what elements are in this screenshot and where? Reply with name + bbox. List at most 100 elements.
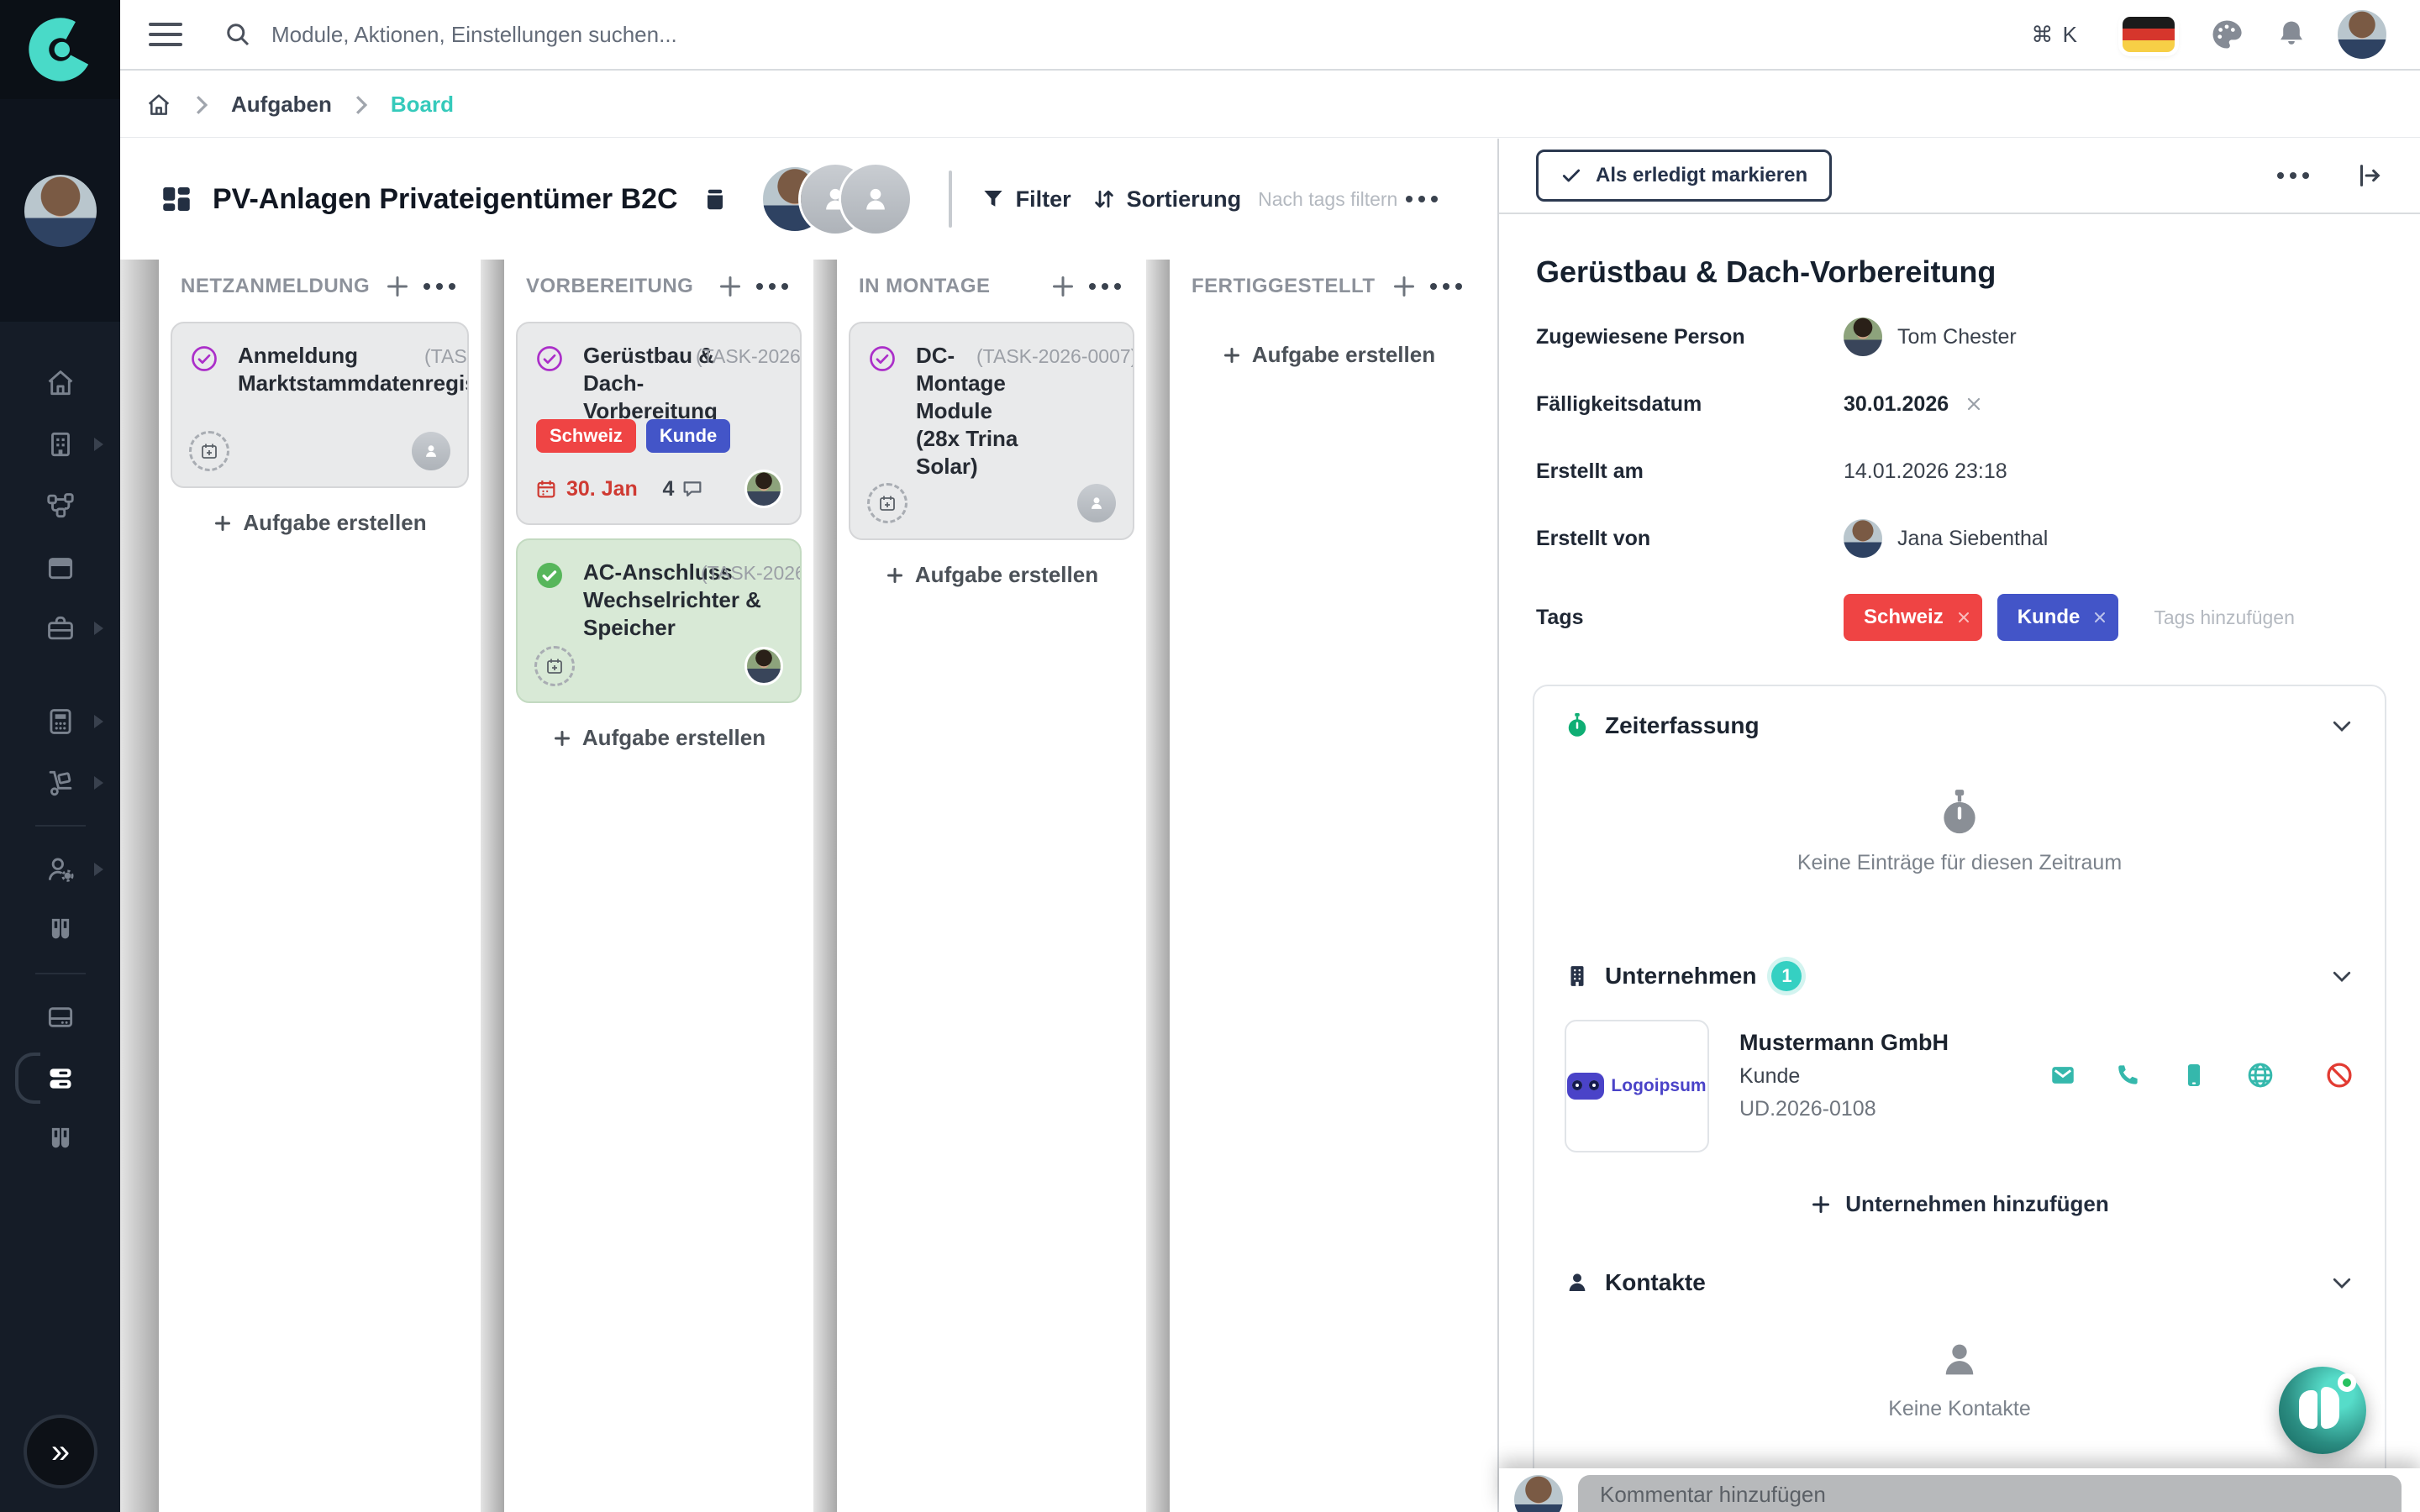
add-due-date-button[interactable]: [534, 646, 575, 686]
column-header: VORBEREITUNG: [516, 260, 802, 308]
comments-count[interactable]: 4: [662, 477, 704, 501]
phone-icon[interactable]: [2114, 1061, 2143, 1089]
add-card-icon[interactable]: [718, 274, 743, 299]
assignee-avatar: [1844, 318, 1882, 356]
notifications-bell-icon[interactable]: [2274, 17, 2309, 52]
add-due-date-button[interactable]: [867, 483, 908, 523]
due-date-value[interactable]: 30.01.2026: [1844, 392, 1984, 417]
column-more-icon[interactable]: [1422, 275, 1470, 298]
task-card-selected[interactable]: Gerüstbau & Dach-Vorbereitung (TASK-2026…: [516, 322, 802, 525]
tag-kunde[interactable]: Kunde: [1997, 594, 2119, 641]
task-card[interactable]: AC-Anschluss Wechselrichter & Speicher (…: [516, 538, 802, 703]
section-kontakte[interactable]: Kontakte: [1565, 1269, 2354, 1296]
website-globe-icon[interactable]: [2245, 1060, 2275, 1090]
detail-more-menu-icon[interactable]: [2269, 164, 2317, 187]
assignee-placeholder[interactable]: [1077, 484, 1116, 522]
hamburger-menu-icon[interactable]: [149, 23, 182, 46]
chevron-down-icon[interactable]: [2329, 713, 2354, 738]
task-code: (TASK-2026-0010: [701, 562, 802, 585]
tags-add-placeholder[interactable]: Tags hinzufügen: [2154, 606, 2295, 629]
chevron-down-icon[interactable]: [2329, 963, 2354, 989]
add-task-button[interactable]: Aufgabe erstellen: [1181, 342, 1476, 368]
mark-done-button[interactable]: Als erledigt markieren: [1536, 150, 1832, 202]
company-row[interactable]: Logoipsum Mustermann GmbH Kunde UD.2026-…: [1565, 1020, 2354, 1152]
sidebar-item-home[interactable]: [0, 352, 120, 413]
remove-tag-icon[interactable]: [2091, 609, 2108, 626]
app-logo[interactable]: [0, 0, 120, 99]
add-card-icon[interactable]: [1392, 274, 1417, 299]
member-avatar-placeholder: [841, 165, 910, 234]
status-check-done-icon[interactable]: [534, 560, 565, 591]
add-task-button[interactable]: Aufgabe erstellen: [516, 725, 802, 751]
column-more-icon[interactable]: [748, 275, 797, 298]
filter-button[interactable]: Filter: [981, 186, 1071, 213]
person-icon: [1565, 1269, 1590, 1296]
assignee-avatar[interactable]: [744, 647, 783, 685]
due-date[interactable]: 30. Jan: [534, 477, 638, 501]
field-label: Tags: [1536, 606, 1844, 630]
submenu-arrow-icon: [94, 863, 103, 876]
sidebar-item-logistics[interactable]: [0, 752, 120, 813]
section-unternehmen[interactable]: Unternehmen 1: [1565, 961, 2354, 991]
field-created-at: Erstellt am 14.01.2026 23:18: [1536, 451, 2383, 491]
breadcrumb-aufgaben[interactable]: Aufgaben: [231, 92, 332, 118]
add-company-label: Unternehmen hinzufügen: [1845, 1191, 2108, 1217]
collapse-panel-icon[interactable]: [2354, 161, 2383, 190]
add-card-icon[interactable]: [1050, 274, 1076, 299]
clear-date-icon[interactable]: [1964, 394, 1984, 414]
task-card[interactable]: Anmeldung Marktstammdatenregister (TASK: [171, 322, 469, 488]
comment-input[interactable]: [1578, 1475, 2402, 1512]
sidebar-item-user-settings[interactable]: [0, 838, 120, 900]
status-check-icon[interactable]: [867, 344, 897, 374]
status-check-icon[interactable]: [189, 344, 219, 374]
home-icon[interactable]: [145, 92, 172, 118]
sidebar-item-tests[interactable]: [0, 900, 120, 961]
assignee-value[interactable]: Tom Chester: [1844, 318, 2017, 356]
submenu-arrow-icon: [94, 776, 103, 790]
task-card[interactable]: DC-Montage Module (28x Trina Solar) (TAS…: [849, 322, 1134, 540]
board-members[interactable]: [760, 165, 910, 234]
add-task-button[interactable]: Aufgabe erstellen: [849, 562, 1134, 588]
sidebar-item-tasks-board[interactable]: [0, 1047, 120, 1109]
mobile-icon[interactable]: [2180, 1061, 2208, 1089]
sidebar-nav: [0, 322, 120, 1170]
chevron-down-icon[interactable]: [2329, 1270, 2354, 1295]
remove-tag-icon[interactable]: [1955, 609, 1972, 626]
sidebar-expand-button[interactable]: »: [24, 1415, 97, 1488]
global-search-input[interactable]: [271, 22, 1028, 48]
sidebar-item-calendar[interactable]: [0, 536, 120, 597]
add-card-icon[interactable]: [385, 274, 410, 299]
tag-filter-placeholder[interactable]: Nach tags filtern: [1258, 188, 1397, 211]
sidebar-item-terminal[interactable]: [0, 986, 120, 1047]
board-more-menu-icon[interactable]: [1397, 187, 1446, 211]
sidebar-item-projects[interactable]: [0, 597, 120, 659]
add-company-button[interactable]: Unternehmen hinzufügen: [1565, 1191, 2354, 1217]
ai-assistant-button[interactable]: [2279, 1367, 2366, 1454]
status-check-icon[interactable]: [534, 344, 565, 374]
mark-done-label: Als erledigt markieren: [1596, 164, 1807, 187]
assignee-avatar[interactable]: [744, 470, 783, 508]
tag-schweiz[interactable]: Schweiz: [1844, 594, 1982, 641]
sidebar-item-workflows[interactable]: [0, 475, 120, 536]
user-avatar[interactable]: [2338, 10, 2386, 59]
column-more-icon[interactable]: [1081, 275, 1129, 298]
sidebar-item-invoices[interactable]: [0, 690, 120, 752]
board-columns: NETZANMELDUNG Anmeldung Marktstammdatenr…: [120, 260, 1497, 1512]
sort-button[interactable]: Sortierung: [1092, 186, 1242, 213]
email-icon[interactable]: [2049, 1061, 2077, 1089]
column-more-icon[interactable]: [415, 275, 464, 298]
language-flag-icon[interactable]: [2123, 17, 2175, 52]
tag-kunde[interactable]: Kunde: [646, 419, 730, 453]
archive-icon[interactable]: [700, 182, 730, 216]
assignee-placeholder[interactable]: [412, 432, 450, 470]
section-zeiterfassung[interactable]: Zeiterfassung: [1565, 711, 2354, 740]
sidebar-item-labs[interactable]: [0, 1109, 120, 1170]
add-due-date-button[interactable]: [189, 431, 229, 471]
add-task-button[interactable]: Aufgabe erstellen: [171, 510, 469, 536]
block-icon[interactable]: [2324, 1060, 2354, 1090]
sidebar-item-companies[interactable]: [0, 413, 120, 475]
sort-arrows-icon: [1092, 186, 1117, 212]
tag-schweiz[interactable]: Schweiz: [536, 419, 636, 453]
theme-palette-icon[interactable]: [2208, 16, 2245, 53]
sidebar-user-avatar[interactable]: [0, 99, 120, 322]
